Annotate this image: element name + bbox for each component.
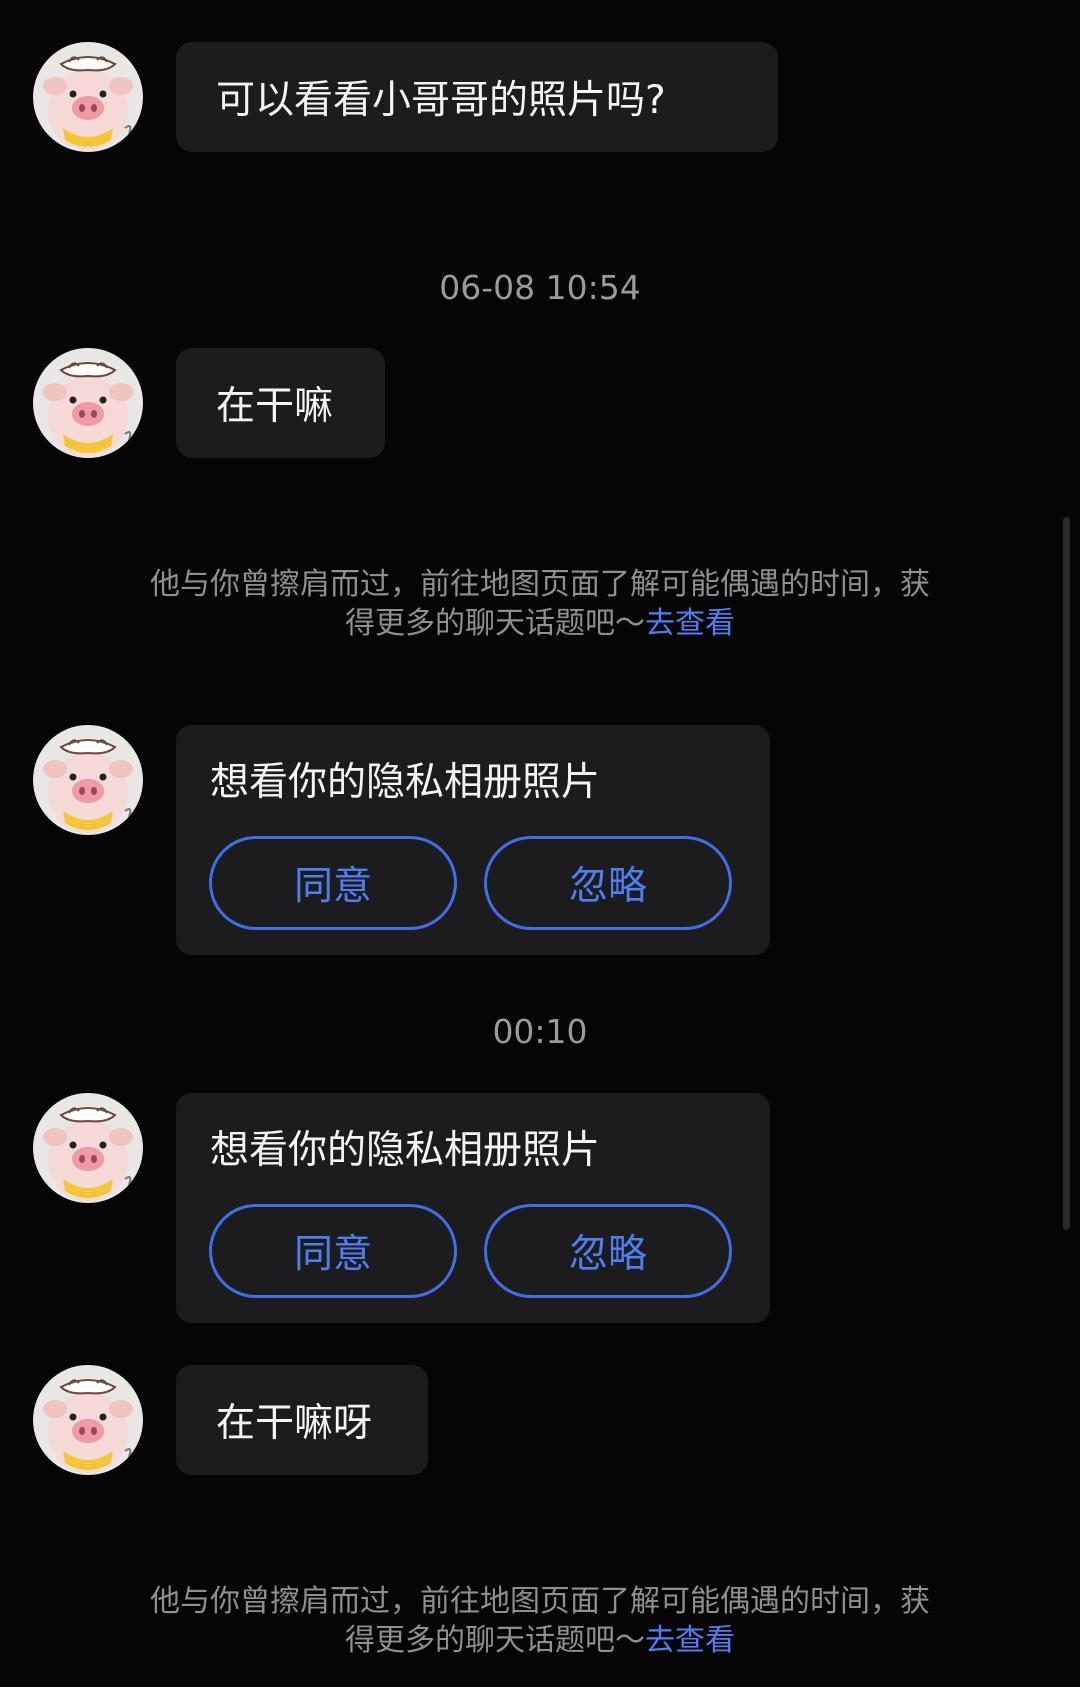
- message-text: 在干嘛: [216, 384, 334, 429]
- pig-avatar-icon[interactable]: [33, 1093, 143, 1203]
- ignore-button[interactable]: 忽略: [484, 836, 732, 930]
- message-bubble[interactable]: 在干嘛呀: [176, 1365, 428, 1475]
- album-request-card: 想看你的隐私相册照片 同意 忽略: [176, 725, 770, 955]
- timestamp: 00:10: [492, 1012, 588, 1051]
- album-request-text: 想看你的隐私相册照片: [210, 1128, 601, 1173]
- pig-avatar-icon[interactable]: [33, 42, 143, 152]
- pig-avatar-icon[interactable]: [33, 1365, 143, 1475]
- album-request-text: 想看你的隐私相册照片: [210, 760, 601, 805]
- message-bubble[interactable]: 可以看看小哥哥的照片吗?: [176, 42, 778, 152]
- album-request-card: 想看你的隐私相册照片 同意 忽略: [176, 1093, 770, 1323]
- pig-avatar-icon[interactable]: [33, 348, 143, 458]
- agree-button[interactable]: 同意: [209, 836, 457, 930]
- encounter-system-note: 他与你曾擦肩而过，前往地图页面了解可能偶遇的时间，获得更多的聊天话题吧～去查看: [140, 565, 940, 643]
- message-bubble[interactable]: 在干嘛: [176, 348, 385, 458]
- view-map-link[interactable]: 去查看: [645, 606, 735, 641]
- view-map-link[interactable]: 去查看: [645, 1623, 735, 1658]
- pig-avatar-icon[interactable]: [33, 725, 143, 835]
- message-text: 在干嘛呀: [216, 1401, 373, 1446]
- system-note-text: 他与你曾擦肩而过，前往地图页面了解可能偶遇的时间，获得更多的聊天话题吧～: [150, 1584, 930, 1658]
- system-note-text: 他与你曾擦肩而过，前往地图页面了解可能偶遇的时间，获得更多的聊天话题吧～: [150, 567, 930, 641]
- timestamp: 06-08 10:54: [439, 268, 641, 307]
- ignore-button[interactable]: 忽略: [484, 1204, 732, 1298]
- encounter-system-note: 他与你曾擦肩而过，前往地图页面了解可能偶遇的时间，获得更多的聊天话题吧～去查看: [140, 1582, 940, 1660]
- agree-button[interactable]: 同意: [209, 1204, 457, 1298]
- message-text: 可以看看小哥哥的照片吗?: [216, 78, 666, 123]
- scrollbar[interactable]: [1063, 517, 1070, 1230]
